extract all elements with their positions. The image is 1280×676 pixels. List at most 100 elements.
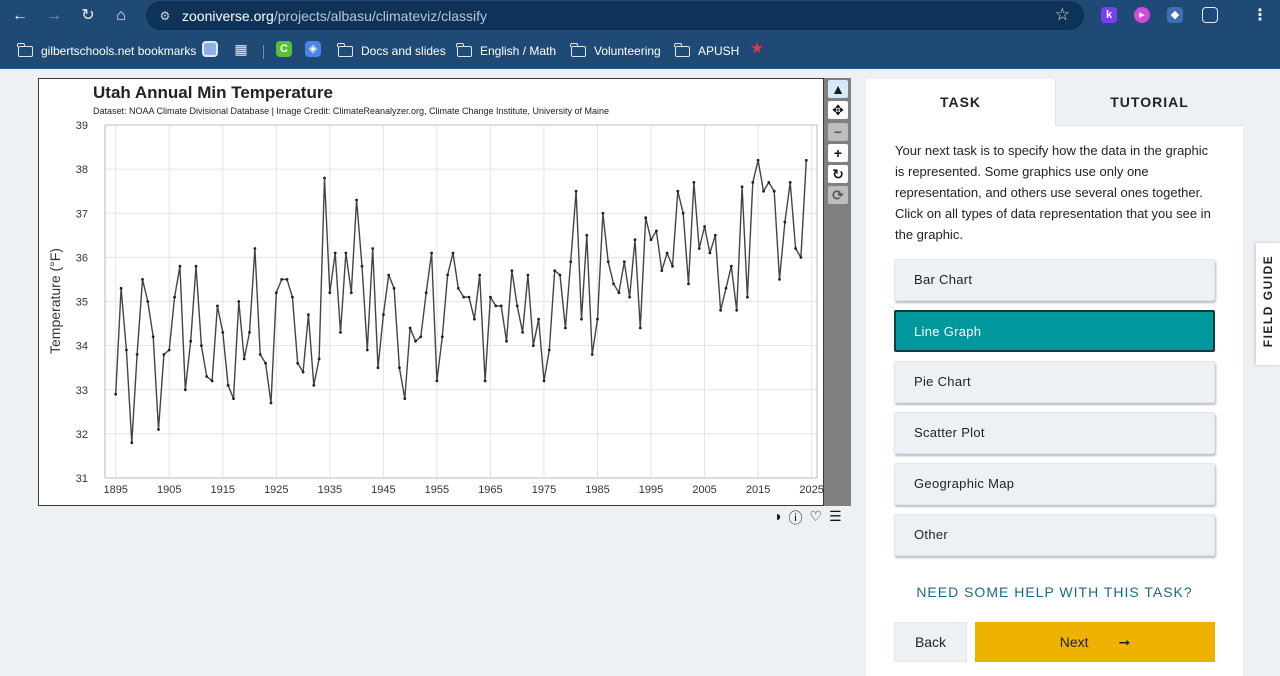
x-tick-labels: 1895 1905 1915 1925 1935 1945 1955 1965 1975 1985… [103, 484, 823, 496]
y-tick-label: 34 [76, 341, 88, 353]
data-point [248, 331, 251, 334]
site-info-icon[interactable]: ⚙ [156, 7, 174, 25]
y-tick-label: 37 [76, 208, 88, 220]
data-point [451, 251, 455, 255]
data-point [285, 278, 289, 281]
folder-icon [674, 42, 690, 57]
next-button[interactable]: Next ➞ [975, 622, 1215, 662]
subject-viewer[interactable]: 31 32 33 34 35 36 37 38 39 1895 1905 1915 1925 1935 1… [38, 78, 824, 506]
answer-bar-chart[interactable]: Bar Chart [894, 259, 1215, 301]
data-point [542, 379, 546, 383]
data-point [772, 189, 776, 193]
contrast-icon[interactable]: ◑ [773, 508, 781, 524]
bookmark-star-flag-icon[interactable]: ★ [749, 41, 765, 57]
data-point [483, 379, 487, 383]
bookmark-apush[interactable]: APUSH [674, 42, 739, 60]
bookmark-gilbertschools[interactable]: gilbertschools.net bookmarks [17, 42, 196, 60]
field-guide-tab[interactable]: FIELD GUIDE [1256, 243, 1280, 365]
address-bar[interactable]: ⚙ zooniverse.org/projects/albasu/climate… [146, 1, 1084, 30]
data-point [729, 264, 733, 268]
data-point [473, 317, 476, 321]
data-point [456, 286, 460, 290]
url-text[interactable]: zooniverse.org/projects/albasu/climatevi… [182, 8, 487, 24]
data-point [274, 291, 278, 295]
data-point [114, 392, 118, 396]
data-point [146, 300, 150, 303]
data-point [237, 300, 241, 303]
y-tick-label: 33 [76, 385, 88, 397]
tab-task[interactable]: TASK [866, 79, 1055, 126]
answer-other[interactable]: Other [894, 514, 1215, 556]
data-point [323, 176, 326, 180]
data-point [419, 335, 423, 339]
data-point [157, 428, 160, 431]
y-tick-label: 32 [76, 429, 88, 441]
answer-scatter-plot[interactable]: Scatter Plot [894, 412, 1215, 454]
data-point [392, 286, 396, 290]
rotate-icon[interactable]: ↻ [828, 165, 848, 183]
chart-subtitle: Dataset: NOAA Climate Divisional Databas… [93, 106, 610, 116]
bookmark-english-math[interactable]: English / Math [456, 42, 556, 60]
x-tick-label: 1895 [103, 484, 127, 496]
back-button[interactable]: Back [894, 622, 967, 662]
pointer-tool-icon[interactable]: ▲ [828, 80, 848, 98]
zoom-in-icon[interactable]: + [828, 144, 848, 162]
list-icon[interactable]: ☰ [829, 508, 842, 524]
home-icon[interactable]: ⌂ [109, 4, 133, 28]
y-tick-label: 35 [76, 297, 88, 309]
task-panel: TASK TUTORIAL Your next task is to speci… [866, 79, 1243, 676]
data-point [253, 247, 257, 250]
data-point [494, 304, 498, 308]
data-point [119, 286, 123, 290]
extensions-puzzle-icon[interactable] [1202, 7, 1218, 23]
tab-tutorial[interactable]: TUTORIAL [1055, 79, 1243, 126]
reload-icon[interactable]: ↻ [76, 4, 100, 28]
line-chart: 313233343536373839 1895 1905 1915 1925 1935 1… [47, 120, 824, 496]
extension-capture-icon[interactable]: ◆ [1167, 7, 1183, 23]
bookmark-c-icon[interactable]: C [276, 41, 292, 57]
data-point [590, 353, 594, 356]
bookmark-blue-icon[interactable]: ◈ [305, 41, 321, 57]
extension-k-icon[interactable]: k [1101, 7, 1117, 23]
data-point [778, 278, 781, 281]
bookmark-docs-and-slides[interactable]: Docs and slides [337, 42, 446, 60]
browser-menu-icon[interactable]: ⋮ [1248, 4, 1272, 28]
data-point [376, 366, 380, 370]
forward-arrow-icon[interactable]: → [42, 4, 66, 28]
reset-view-icon[interactable]: ⟳ [828, 186, 848, 204]
data-point [194, 264, 198, 268]
help-link[interactable]: NEED SOME HELP WITH THIS TASK? [866, 584, 1243, 600]
bookmark-volunteering[interactable]: Volunteering [570, 42, 661, 60]
data-point [649, 238, 653, 242]
zoom-out-icon[interactable]: − [828, 123, 848, 141]
data-point [671, 264, 674, 268]
data-point [408, 326, 412, 330]
answer-geographic-map[interactable]: Geographic Map [894, 463, 1215, 505]
extension-video-icon[interactable]: ▸ [1134, 7, 1150, 23]
folder-icon [17, 42, 33, 57]
heart-icon[interactable]: ♡ [809, 508, 822, 524]
apps-grid-icon[interactable]: ▦ [233, 41, 249, 57]
x-tick-label: 1995 [639, 484, 663, 496]
data-point [585, 233, 589, 237]
data-point [708, 251, 712, 255]
y-tick-label: 38 [76, 164, 88, 176]
data-point [135, 353, 139, 356]
answer-pie-chart[interactable]: Pie Chart [894, 361, 1215, 403]
data-point [141, 278, 144, 281]
answer-line-graph[interactable]: Line Graph [894, 310, 1215, 352]
data-point [355, 198, 358, 202]
info-icon[interactable]: ⓘ [788, 508, 802, 526]
bookmark-star-icon[interactable]: ☆ [1055, 6, 1070, 24]
move-tool-icon[interactable]: ✥ [828, 101, 848, 119]
back-arrow-icon[interactable]: ← [8, 4, 32, 28]
bookmark-app-icon[interactable] [202, 41, 218, 57]
data-point [687, 282, 690, 286]
data-point [301, 370, 305, 374]
data-point [537, 317, 540, 321]
data-point [478, 273, 482, 277]
data-point [414, 339, 417, 343]
data-point [210, 379, 214, 383]
data-point [574, 189, 578, 193]
x-tick-label: 2005 [692, 484, 716, 496]
